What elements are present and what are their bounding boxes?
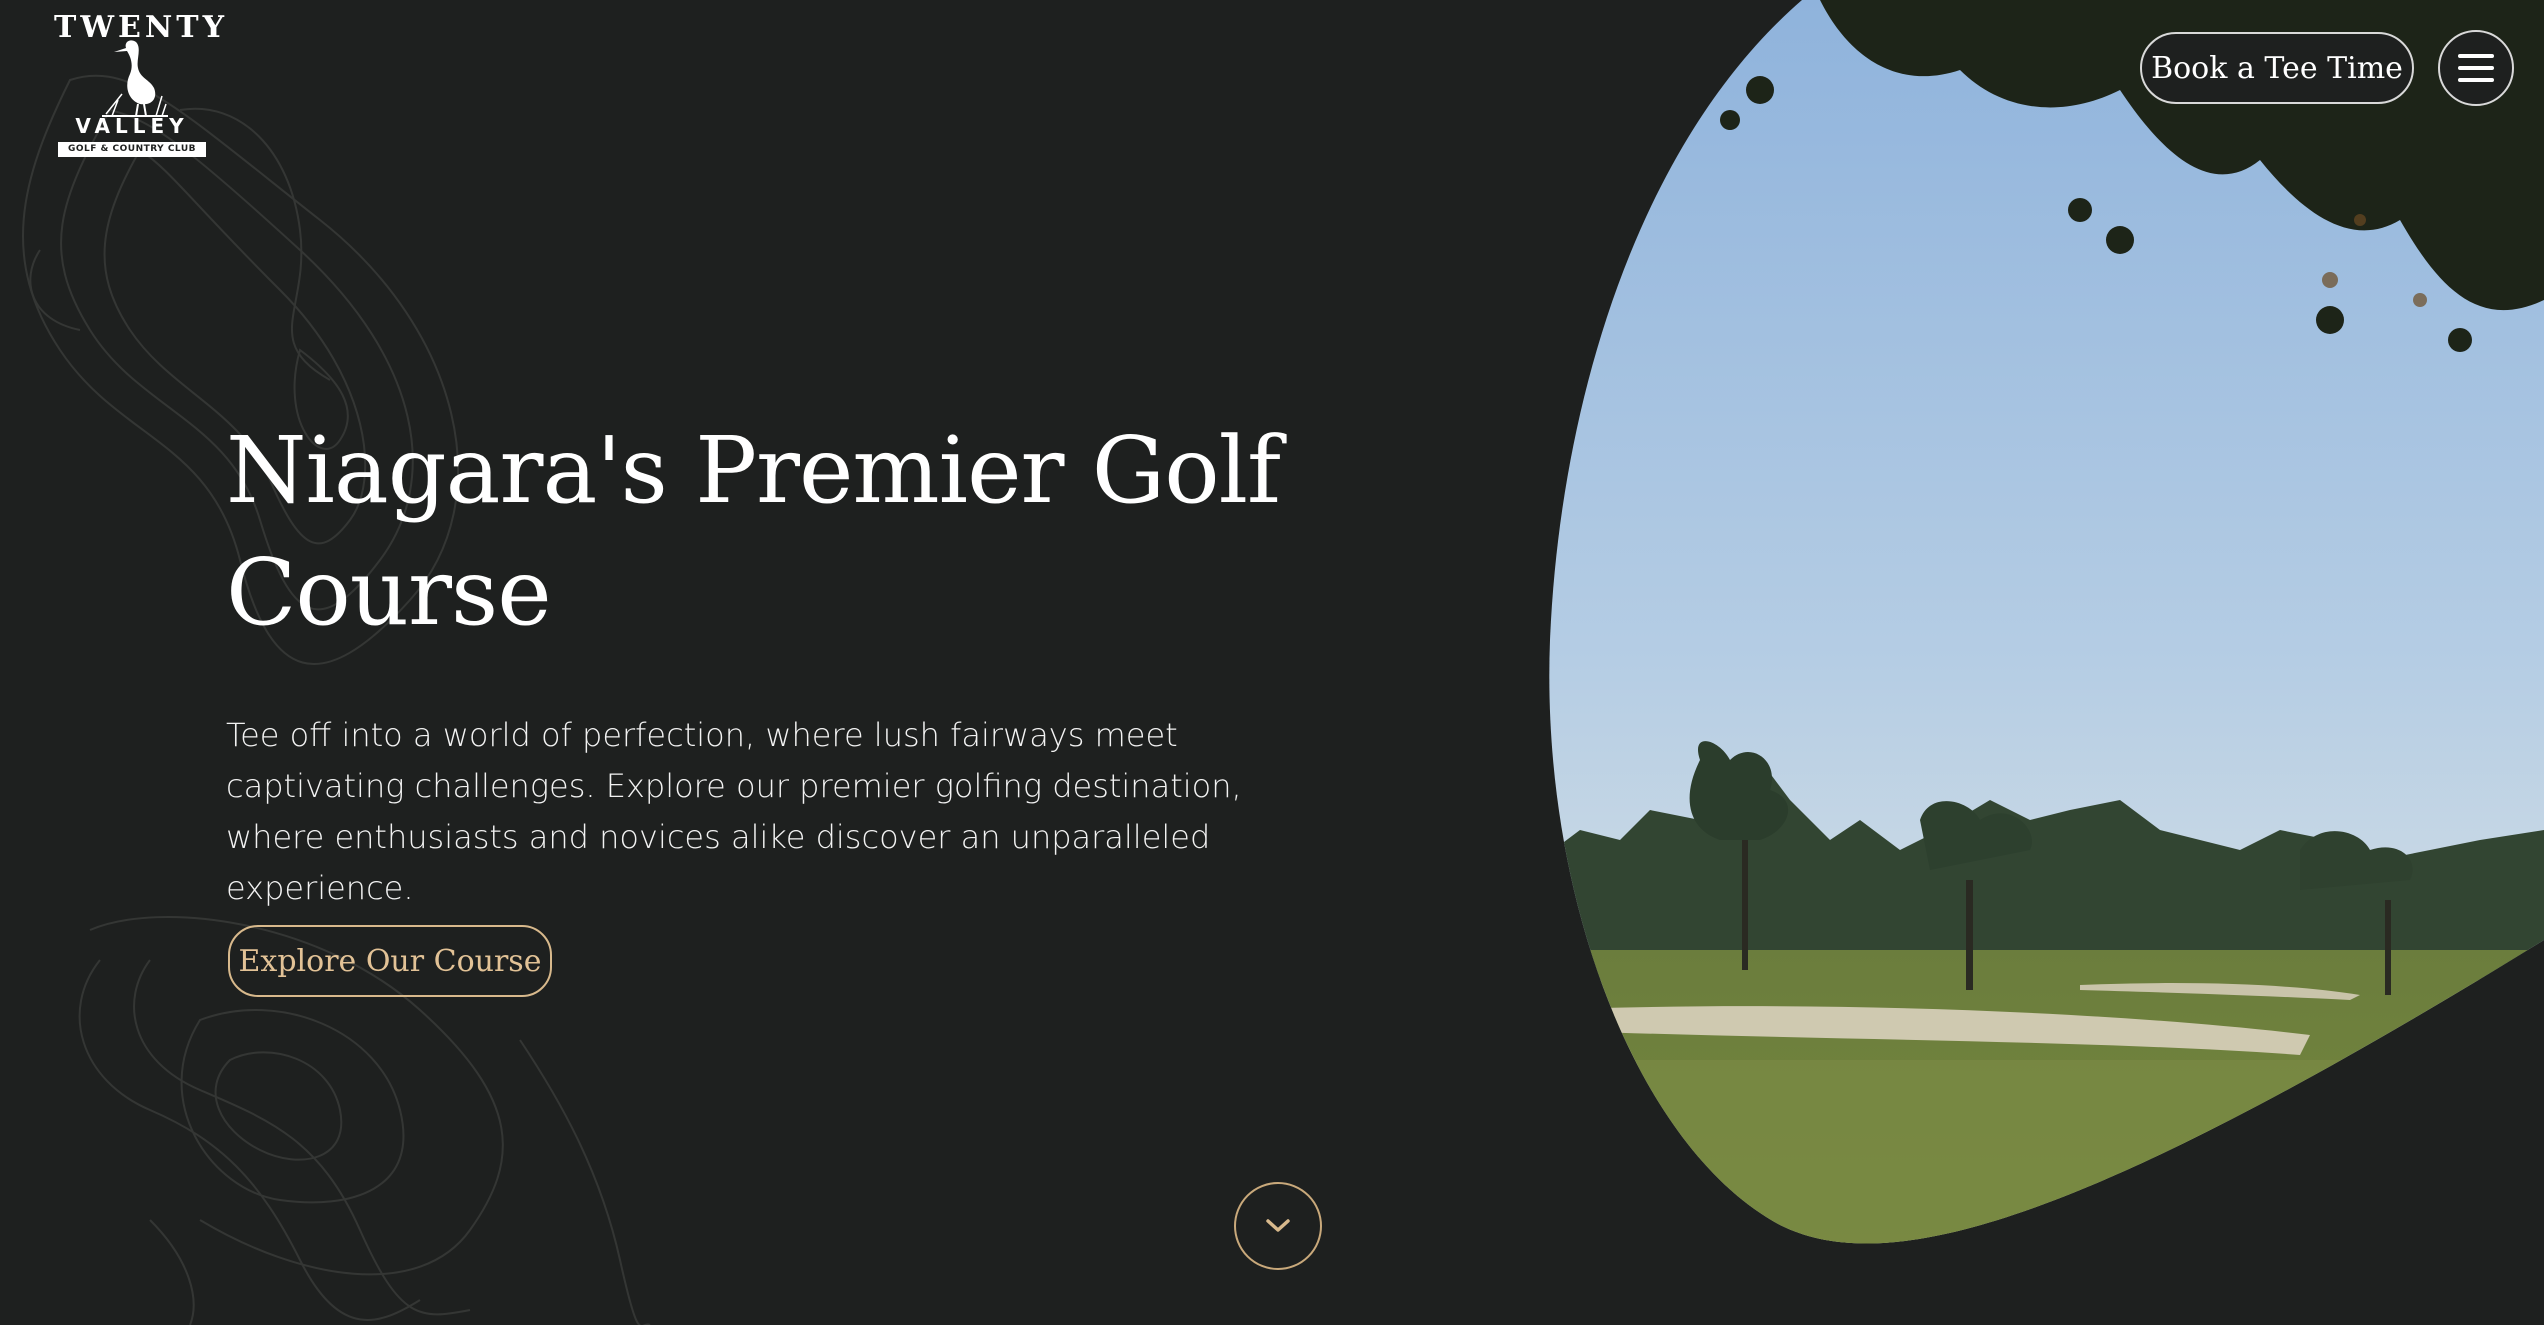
explore-course-button[interactable]: Explore Our Course	[228, 925, 552, 997]
chevron-down-icon	[1266, 1219, 1290, 1232]
hero-description: Tee off into a world of perfection, wher…	[226, 716, 1242, 907]
logo-wordmark-bottom: VALLEY	[75, 114, 189, 138]
book-tee-time-button[interactable]: Book a Tee Time	[2140, 32, 2414, 104]
menu-button[interactable]	[2438, 30, 2514, 106]
club-logo[interactable]: TWENTY VALLEY GOLF & COUNTRY CLUB	[54, 6, 224, 157]
golf-course-photo	[1549, 0, 2544, 1244]
hero-title: Niagara's Premier Golf Course	[226, 417, 1281, 646]
logo-subtitle: GOLF & COUNTRY CLUB	[58, 142, 206, 157]
heron-logo-icon	[102, 40, 168, 117]
hamburger-menu-icon	[2458, 54, 2494, 82]
scroll-down-button[interactable]	[1234, 1182, 1322, 1270]
home-page: TWENTY VALLEY GOLF & COUNTRY CLUB Book a…	[0, 0, 2544, 1325]
